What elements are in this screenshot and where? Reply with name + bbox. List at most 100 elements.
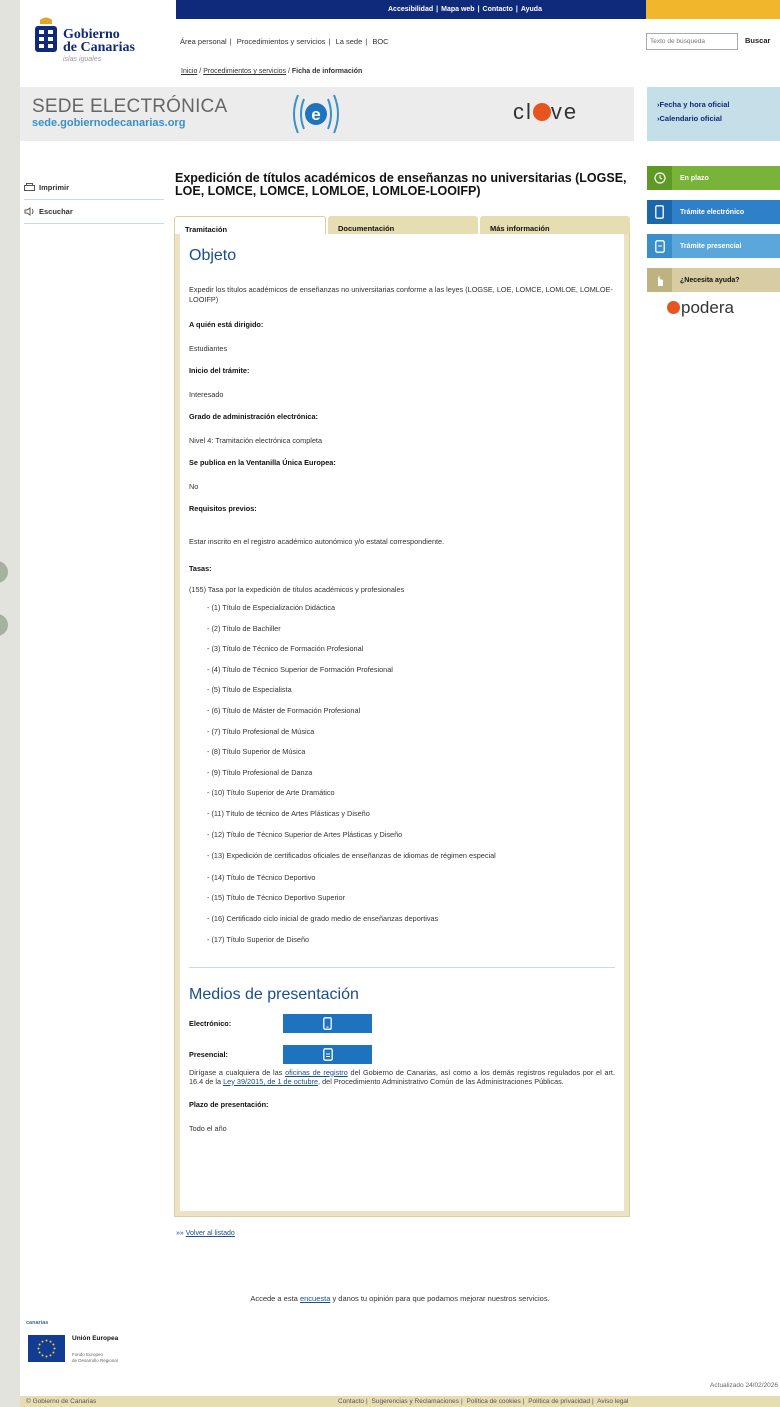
tasa-item: - (11) Título de técnico de Artes Plásti… (207, 808, 370, 818)
requisitos-value: Estar inscrito en el registro académico … (189, 537, 445, 546)
footer-cookies[interactable]: Política de cookies (467, 1398, 521, 1405)
right-rail: En plazo Trámite electrónico Trámite pre… (647, 166, 780, 318)
volver-link[interactable]: »» Volver al listado (176, 1230, 235, 1237)
gobierno-logo[interactable]: Gobierno de Canarias islas iguales (34, 16, 154, 66)
apodera-dot-icon (667, 301, 680, 314)
tab-tramitacion[interactable]: Tramitación (174, 216, 326, 235)
footer-privacidad[interactable]: Política de privacidad (528, 1398, 590, 1405)
ventanilla-label: Se publica en la Ventanilla Única Europe… (189, 458, 336, 467)
print-label: Imprimir (39, 183, 70, 192)
tramite-presencial-button[interactable]: Trámite presencial (647, 234, 780, 258)
apodera-logo[interactable]: podera (647, 298, 780, 318)
tasas-label: Tasas: (189, 564, 212, 573)
presencial-row: Presencial: (189, 1044, 615, 1064)
encuesta-link[interactable]: encuesta (300, 1294, 330, 1303)
clock-icon (647, 166, 672, 190)
calendario-link[interactable]: ›Calendario oficial (657, 114, 780, 123)
listen-action[interactable]: Escuchar (24, 200, 164, 224)
footer-sugerencias[interactable]: Sugerencias y Reclamaciones (372, 1398, 459, 1405)
volver-arrows: »» (176, 1230, 184, 1237)
breadcrumb-current: Ficha de información (291, 68, 363, 75)
necesita-ayuda-label: ¿Necesita ayuda? (680, 276, 740, 284)
svg-text:e: e (311, 105, 320, 124)
phone-icon (647, 200, 672, 224)
volver-label: Volver al listado (185, 1230, 235, 1237)
electronico-button[interactable] (283, 1013, 372, 1033)
tasa-item: - (12) Título de Técnico Superior de Art… (207, 829, 403, 839)
en-plazo-button[interactable]: En plazo (647, 166, 780, 190)
nav-area-personal[interactable]: Área personal (180, 37, 227, 46)
tab-bar: Tramitación Documentación Más informació… (174, 216, 630, 235)
tasa-item: - (6) Título de Máster de Formación Prof… (207, 705, 361, 715)
document-icon (647, 234, 672, 258)
breadcrumb-procedimientos[interactable]: Procedimientos y servicios (203, 68, 286, 75)
presencial-label: Presencial: (189, 1049, 228, 1059)
tasas-intro: (155) Tasa por la expedición de títulos … (189, 585, 405, 594)
tasa-item: - (5) Título de Especialista (207, 685, 292, 695)
footer-aviso-legal[interactable]: Aviso legal (597, 1398, 628, 1405)
decorative-tab-top (0, 561, 8, 583)
contacto-link[interactable]: Contacto (483, 6, 513, 13)
encuesta-text-1: Accede a esta (250, 1294, 300, 1303)
tab-documentacion[interactable]: Documentación (328, 216, 478, 235)
listen-label: Escuchar (39, 207, 73, 216)
tasas-list: - (1) Título de Especialización Didáctic… (189, 603, 615, 945)
objeto-heading: Objeto (189, 247, 237, 264)
main-navigation: Área personal | Procedimientos y servicio… (180, 37, 389, 46)
fecha-hora-link[interactable]: ›Fecha y hora oficial (657, 100, 780, 109)
sede-title: SEDE ELECTRÓNICA (32, 96, 228, 117)
print-action[interactable]: Imprimir (24, 176, 164, 200)
tasa-item: - (8) Título Superior de Música (207, 747, 306, 757)
nav-boc[interactable]: BOC (372, 37, 388, 46)
clave-logo[interactable]: cl ve (513, 99, 578, 125)
page-title: Expedición de títulos académicos de ense… (175, 171, 627, 198)
logo-tagline: islas iguales (63, 56, 102, 63)
footer: © Gobierno de Canarias Contacto | Sugeren… (20, 1396, 780, 1407)
clave-post: ve (550, 99, 579, 124)
presencial-text-3: , del Procedimiento Administrativo Común… (318, 1076, 564, 1086)
footer-logos: canarias Unión Europea Fondo Europeo de … (26, 1320, 156, 1380)
updated-date: Actualizado 24/02/2026 (710, 1382, 778, 1389)
eu-flag-icon (28, 1335, 65, 1362)
clave-at-icon (532, 103, 551, 121)
accesibilidad-link[interactable]: Accesibilidad (388, 6, 433, 13)
document-icon (322, 1047, 333, 1061)
sede-banner: SEDE ELECTRÓNICA sede.gobiernodecanarias… (20, 87, 634, 141)
necesita-ayuda-button[interactable]: ¿Necesita ayuda? (647, 268, 780, 292)
tab-content: Objeto Expedir los títulos académicos de… (174, 234, 630, 1217)
footer-contacto[interactable]: Contacto (338, 1398, 364, 1405)
nav-procedimientos[interactable]: Procedimientos y servicios (237, 37, 326, 46)
sede-url[interactable]: sede.gobiernodecanarias.org (32, 117, 185, 129)
tasa-item: - (7) Título Profesional de Música (207, 726, 315, 736)
coat-of-arms-icon (35, 17, 57, 52)
tramite-electronico-button[interactable]: Trámite electrónico (647, 200, 780, 224)
ventanilla-value: No (189, 482, 199, 491)
ley-39-2015-link[interactable]: Ley 39/2015, de 1 de octubre (223, 1077, 318, 1086)
requisitos-label: Requisitos previos: (189, 504, 257, 513)
electronico-label: Electrónico: (189, 1018, 232, 1028)
tasa-item: - (9) Título Profesional de Danza (207, 767, 313, 777)
presencial-text: Dirígase a cualquiera de las oficinas de… (189, 1068, 615, 1086)
tab-content-inner: Objeto Expedir los títulos académicos de… (180, 234, 624, 1211)
grado-label: Grado de administración electrónica: (189, 412, 318, 421)
mapa-web-link[interactable]: Mapa web (441, 6, 474, 13)
tramite-electronico-label: Trámite electrónico (680, 208, 745, 216)
breadcrumb-inicio[interactable]: Inicio (181, 68, 197, 75)
speaker-icon (24, 207, 34, 216)
search-button[interactable]: Buscar (745, 36, 770, 45)
nav-la-sede[interactable]: La sede (336, 37, 363, 46)
logo-line-2: de Canarias (63, 40, 135, 55)
hand-icon (647, 268, 672, 292)
tasa-item: - (16) Certificado ciclo inicial de grad… (207, 913, 439, 923)
oficinas-registro-link[interactable]: oficinas de registro (285, 1068, 348, 1077)
search-input[interactable] (646, 33, 738, 50)
tab-mas-informacion[interactable]: Más información (480, 216, 630, 235)
eu-subtitle-2: de Desarrollo Regional (72, 1358, 118, 1363)
ayuda-link[interactable]: Ayuda (521, 6, 542, 13)
presencial-button[interactable] (283, 1044, 372, 1064)
tasa-item: - (3) Título de Técnico de Formación Pro… (207, 644, 364, 654)
decorative-tab-bottom (0, 614, 8, 636)
tasa-item: - (2) Título de Bachiller (207, 623, 281, 633)
sede-e-logo-icon: e (293, 94, 339, 134)
inicio-label: Inicio del trámite: (189, 366, 250, 375)
